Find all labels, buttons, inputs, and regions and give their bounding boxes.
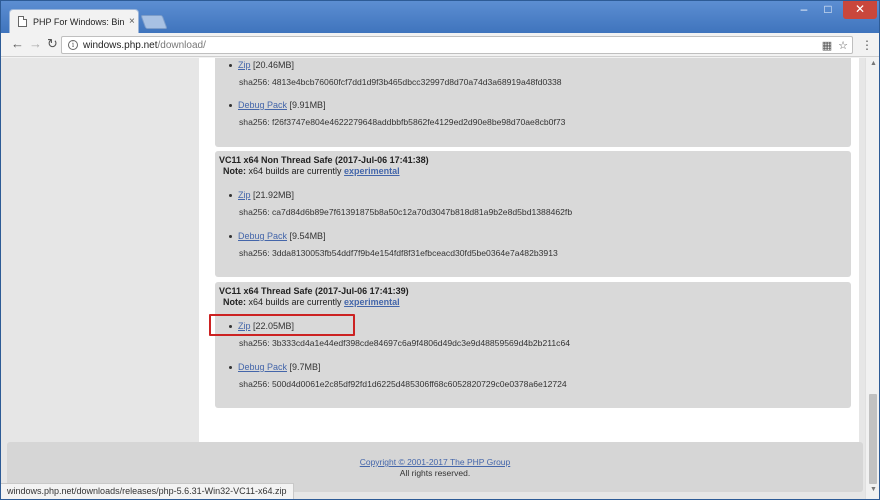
bullet-icon: [229, 194, 232, 198]
forward-icon[interactable]: →: [29, 37, 42, 51]
info-icon[interactable]: i: [68, 40, 78, 50]
browser-window: PHP For Windows: Bin × – □ ✕ ← → ↻ i win…: [0, 0, 880, 500]
address-bar[interactable]: i windows.php.net /download/ ▦ ☆: [61, 36, 853, 54]
zip-size: [20.46MB]: [253, 60, 295, 70]
zip-link[interactable]: Zip: [238, 60, 251, 70]
page-viewport: Zip [20.46MB] sha256: 4813e4bcb76060fcf7…: [1, 58, 865, 499]
scroll-up-icon[interactable]: ▲: [870, 60, 877, 67]
copyright-link[interactable]: Copyright © 2001-2017 The PHP Group: [7, 457, 863, 467]
debug-download-item: Debug Pack [9.91MB]: [229, 100, 326, 110]
back-icon[interactable]: ←: [11, 37, 24, 51]
reload-icon[interactable]: ↻: [47, 37, 58, 51]
debug-download-item: Debug Pack [9.54MB]: [229, 231, 326, 241]
note-text: x64 builds are currently: [246, 166, 345, 176]
zip-sha256: sha256: 4813e4bcb76060fcf7dd1d9f3b465dbc…: [239, 77, 562, 87]
new-tab-button[interactable]: [140, 15, 168, 29]
translate-icon[interactable]: ▦: [822, 39, 832, 52]
vertical-scrollbar[interactable]: ▲ ▼: [865, 58, 879, 499]
copyright-text[interactable]: Copyright © 2001-2017 The PHP Group: [360, 457, 511, 467]
zip-download-item: Zip [20.46MB]: [229, 60, 294, 70]
note-text: x64 builds are currently: [246, 297, 345, 307]
url-path: /download/: [157, 39, 206, 51]
rights-text: All rights reserved.: [399, 468, 471, 478]
debug-pack-link[interactable]: Debug Pack: [238, 100, 287, 110]
release-block-ts: VC11 x64 Thread Safe (2017-Jul-06 17:41:…: [215, 282, 851, 408]
note-label: Note:: [223, 297, 246, 307]
note-line: Note: x64 builds are currently experimen…: [223, 297, 400, 307]
debug-pack-link[interactable]: Debug Pack: [238, 362, 287, 372]
note-label: Note:: [223, 166, 246, 176]
debug-size: [9.91MB]: [289, 100, 326, 110]
zip-sha256: sha256: ca7d84d6b89e7f61391875b8a50c12a7…: [239, 207, 573, 217]
page-icon: [18, 16, 27, 27]
bullet-icon: [229, 104, 232, 108]
bullet-icon: [229, 366, 232, 370]
release-block-nts: VC11 x64 Non Thread Safe (2017-Jul-06 17…: [215, 151, 851, 277]
bookmark-star-icon[interactable]: ☆: [838, 39, 848, 52]
debug-size: [9.7MB]: [289, 362, 321, 372]
block-title: VC11 x64 Thread Safe (2017-Jul-06 17:41:…: [219, 286, 409, 296]
note-line: Note: x64 builds are currently experimen…: [223, 166, 400, 176]
block-title: VC11 x64 Non Thread Safe (2017-Jul-06 17…: [219, 155, 429, 165]
status-bar: windows.php.net/downloads/releases/php-5…: [1, 483, 294, 499]
debug-sha256: sha256: 500d4d0061e2c85df92fd1d6225d4853…: [239, 379, 567, 389]
debug-download-item: Debug Pack [9.7MB]: [229, 362, 321, 372]
close-window-button[interactable]: ✕: [843, 1, 877, 19]
title-bar: PHP For Windows: Bin × – □ ✕: [1, 1, 879, 33]
menu-icon[interactable]: ⋮: [861, 38, 873, 52]
zip-size: [21.92MB]: [253, 190, 295, 200]
experimental-link[interactable]: experimental: [344, 297, 400, 307]
browser-toolbar: ← → ↻ i windows.php.net /download/ ▦ ☆ ⋮: [1, 33, 879, 57]
maximize-button[interactable]: □: [817, 1, 839, 19]
debug-sha256: sha256: 3dda8130053fb54ddf7f9b4e154fdf8f…: [239, 248, 558, 258]
zip-link[interactable]: Zip: [238, 190, 251, 200]
tab-title: PHP For Windows: Bin: [33, 16, 125, 27]
bullet-icon: [229, 235, 232, 239]
browser-tab[interactable]: PHP For Windows: Bin ×: [9, 9, 139, 33]
zip-download-item: Zip [21.92MB]: [229, 190, 294, 200]
bullet-icon: [229, 64, 232, 68]
debug-pack-link[interactable]: Debug Pack: [238, 231, 287, 241]
debug-sha256: sha256: f26f3747e804e4622279648addbbfb58…: [239, 117, 566, 127]
highlight-box: [209, 314, 355, 336]
minimize-button[interactable]: –: [793, 1, 815, 19]
tab-close-icon[interactable]: ×: [129, 16, 135, 27]
scroll-thumb[interactable]: [869, 394, 877, 484]
scroll-down-icon[interactable]: ▼: [870, 486, 877, 493]
debug-size: [9.54MB]: [289, 231, 326, 241]
experimental-link[interactable]: experimental: [344, 166, 400, 176]
zip-sha256: sha256: 3b333cd4a1e44edf398cde84697c6a9f…: [239, 338, 571, 348]
release-block-partial: Zip [20.46MB] sha256: 4813e4bcb76060fcf7…: [215, 58, 851, 147]
url-host: windows.php.net: [83, 39, 158, 51]
downloads-card: Zip [20.46MB] sha256: 4813e4bcb76060fcf7…: [199, 58, 859, 488]
